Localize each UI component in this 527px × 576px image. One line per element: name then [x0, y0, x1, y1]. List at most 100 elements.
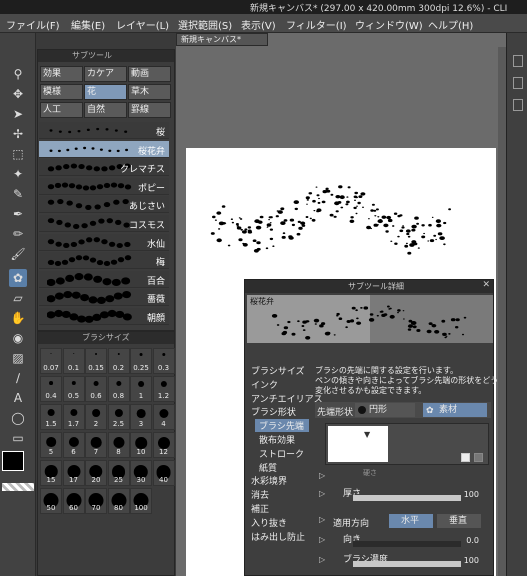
expand-icon[interactable]: ▷ — [319, 471, 325, 480]
material-thumbnail[interactable]: ▼ — [328, 426, 388, 462]
brush-size-cell[interactable]: 4 — [152, 404, 175, 430]
brush-item[interactable]: 薔薇 — [39, 289, 169, 307]
delete-material-icon[interactable] — [474, 453, 483, 462]
brush-size-cell[interactable]: 100 — [130, 488, 152, 514]
density-value[interactable]: 100 — [461, 556, 479, 565]
vertical-option[interactable]: 垂直 — [437, 514, 481, 528]
thickness-slider[interactable] — [353, 495, 461, 501]
group-effect[interactable]: 効果 — [40, 66, 83, 82]
category-item[interactable]: 紙質 — [259, 461, 277, 474]
marquee-tool-icon[interactable]: ⬚ — [9, 145, 27, 163]
brush-size-cell[interactable]: 1 — [130, 376, 152, 402]
brush-size-cell[interactable]: 7 — [85, 432, 107, 458]
menu-edit[interactable]: 編集(E) — [71, 17, 105, 32]
brush-size-cell[interactable]: 5 — [40, 432, 62, 458]
brush-item[interactable]: 朝顔 — [39, 308, 169, 325]
brush-size-cell[interactable]: 17 — [62, 460, 85, 486]
tip-material-option[interactable]: ✿ 素材 — [423, 403, 487, 417]
panel-icon[interactable] — [513, 99, 523, 111]
category-item[interactable]: ストローク — [259, 447, 304, 460]
panel-icon[interactable] — [513, 77, 523, 89]
menu-layer[interactable]: レイヤー(L) — [116, 17, 169, 32]
group-ruled-line[interactable]: 罫線 — [128, 102, 171, 118]
brush-size-cell[interactable]: 0.4 — [40, 376, 62, 402]
brush-item[interactable]: あじさい — [39, 196, 169, 214]
operation-tool-icon[interactable]: ✢ — [9, 125, 27, 143]
brush-item[interactable]: 桜 — [39, 122, 169, 139]
brush-size-cell[interactable]: 15 — [40, 460, 62, 486]
brush-size-cell[interactable]: 0.15 — [85, 348, 107, 374]
brush-size-cell[interactable]: 30 — [130, 460, 152, 486]
direction-value[interactable]: 0.0 — [461, 536, 479, 545]
thickness-value[interactable]: 100 — [461, 490, 479, 499]
brush-item[interactable]: 百合 — [39, 270, 169, 288]
panel-icon[interactable] — [513, 55, 523, 67]
brush-size-cell[interactable]: 0.2 — [107, 348, 130, 374]
brush-item[interactable]: 水仙 — [39, 233, 169, 251]
ruler-tool-icon[interactable]: ▭ — [9, 429, 27, 447]
eyedropper-tool-icon[interactable]: ✎ — [9, 185, 27, 203]
category-item[interactable]: ブラシ先端 — [255, 419, 309, 433]
group-nature[interactable]: 自然 — [84, 102, 127, 118]
eraser-tool-icon[interactable]: ▱ — [9, 289, 27, 307]
brush-item[interactable]: コスモス — [39, 215, 169, 232]
brush-size-cell[interactable]: 40 — [152, 460, 175, 486]
brush-size-cell[interactable]: 3 — [130, 404, 152, 430]
zoom-tool-icon[interactable]: ⚲ — [9, 65, 27, 83]
brush-size-cell[interactable]: 0.8 — [107, 376, 130, 402]
add-material-icon[interactable] — [461, 453, 470, 462]
decoration-tool-icon[interactable]: ✿ — [9, 269, 27, 287]
brush-size-cell[interactable]: 70 — [85, 488, 107, 514]
canvas-scrollbar[interactable] — [498, 47, 506, 576]
brush-size-cell[interactable]: 20 — [85, 460, 107, 486]
blend-tool-icon[interactable]: ✋ — [9, 309, 27, 327]
group-animation[interactable]: 動画 — [128, 66, 171, 82]
auto-select-tool-icon[interactable]: ✦ — [9, 165, 27, 183]
group-pattern[interactable]: 模様 — [40, 84, 83, 100]
group-artificial[interactable]: 人工 — [40, 102, 83, 118]
category-item[interactable]: 散布効果 — [259, 433, 295, 446]
brush-size-cell[interactable]: 0.5 — [62, 376, 85, 402]
brush-tool-icon[interactable]: 🖌 — [9, 245, 27, 263]
brush-size-cell[interactable]: 12 — [152, 432, 175, 458]
expand-icon[interactable]: ▷ — [319, 535, 325, 544]
expand-icon[interactable]: ▷ — [319, 515, 325, 524]
balloon-tool-icon[interactable]: ◯ — [9, 409, 27, 427]
brush-size-cell[interactable]: 0.1 — [62, 348, 85, 374]
brush-size-cell[interactable]: 0.3 — [152, 348, 175, 374]
brush-size-cell[interactable]: 2.5 — [107, 404, 130, 430]
horizontal-option[interactable]: 水平 — [389, 514, 433, 528]
menu-file[interactable]: ファイル(F) — [6, 17, 60, 32]
menu-help[interactable]: ヘルプ(H) — [428, 17, 473, 32]
close-icon[interactable]: ✕ — [482, 280, 490, 290]
group-kakea[interactable]: カケア — [84, 66, 127, 82]
pencil-tool-icon[interactable]: ✏ — [9, 225, 27, 243]
gradient-tool-icon[interactable]: ▨ — [9, 349, 27, 367]
brush-size-cell[interactable]: 50 — [40, 488, 62, 514]
main-color[interactable] — [2, 451, 24, 471]
brush-size-cell[interactable]: 6 — [62, 432, 85, 458]
brush-size-cell[interactable]: 80 — [107, 488, 130, 514]
brush-size-cell[interactable]: 1.5 — [40, 404, 62, 430]
category-item[interactable]: ブラシ形状 — [251, 405, 296, 418]
brush-size-cell[interactable]: 1.2 — [152, 376, 175, 402]
menu-filter[interactable]: フィルター(I) — [286, 17, 347, 32]
expand-icon[interactable]: ▷ — [319, 555, 325, 564]
category-item[interactable]: 消去 — [251, 488, 269, 501]
document-tab[interactable]: 新規キャンバス* — [176, 33, 268, 46]
menu-window[interactable]: ウィンドウ(W) — [355, 17, 423, 32]
line-tool-icon[interactable]: ∕ — [9, 369, 27, 387]
brush-size-cell[interactable]: 8 — [107, 432, 130, 458]
menu-selection[interactable]: 選択範囲(S) — [178, 17, 232, 32]
group-flower[interactable]: 花 — [84, 84, 127, 100]
category-item[interactable]: 水彩境界 — [251, 474, 287, 487]
brush-size-cell[interactable]: 0.6 — [85, 376, 107, 402]
brush-item[interactable]: 梅 — [39, 252, 169, 270]
category-item[interactable]: 入り抜き — [251, 516, 287, 529]
transparent-color[interactable] — [2, 483, 34, 491]
brush-size-cell[interactable]: 60 — [62, 488, 85, 514]
category-item[interactable]: はみ出し防止 — [251, 530, 305, 543]
select-tool-icon[interactable]: ➤ — [9, 105, 27, 123]
category-item[interactable]: インク — [251, 378, 278, 391]
brush-size-cell[interactable]: 2 — [85, 404, 107, 430]
